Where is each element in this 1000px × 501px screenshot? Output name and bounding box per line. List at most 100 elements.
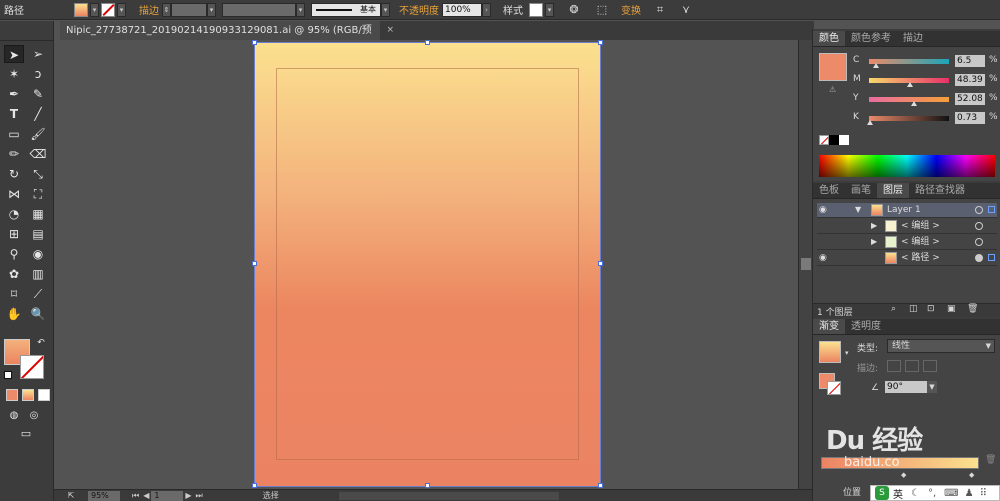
prev-page-icon[interactable]: ◀: [143, 491, 149, 500]
chevron-down-icon[interactable]: ▾: [381, 2, 390, 17]
tab-brushes[interactable]: 画笔: [845, 183, 877, 198]
paintbrush-tool-icon[interactable]: 🖌: [28, 125, 48, 143]
mesh-tool-icon[interactable]: ⊞: [4, 225, 24, 243]
transform-label[interactable]: 变换: [618, 2, 644, 17]
first-page-icon[interactable]: ⏮: [132, 491, 139, 501]
user-icon[interactable]: ♟: [965, 488, 974, 499]
resize-handle[interactable]: [598, 261, 603, 266]
chevron-right-icon[interactable]: ▶: [871, 221, 877, 230]
width-tool-icon[interactable]: ⋈: [4, 185, 24, 203]
scrollbar-thumb[interactable]: [801, 258, 811, 270]
chevron-down-icon[interactable]: ▾: [207, 2, 216, 17]
magenta-value[interactable]: 48.39: [955, 74, 985, 86]
curvature-tool-icon[interactable]: ✎: [28, 85, 48, 103]
resize-handle[interactable]: [252, 261, 257, 266]
rectangle-tool-icon[interactable]: ▭: [4, 125, 24, 143]
new-sublayer-icon[interactable]: ⊡: [927, 304, 935, 314]
tab-pathfinder[interactable]: 路径查找器: [909, 183, 971, 198]
target-icon[interactable]: [975, 206, 983, 214]
cyan-value[interactable]: 6.5: [955, 55, 985, 67]
resize-handle[interactable]: [252, 40, 257, 45]
none-mode-icon[interactable]: [38, 389, 50, 401]
selection-indicator[interactable]: [988, 254, 995, 261]
gradient-type-select[interactable]: 线性 ▼: [887, 339, 995, 353]
angle-field[interactable]: 90°: [885, 381, 927, 393]
yellow-slider-thumb[interactable]: [911, 101, 917, 106]
page-field[interactable]: 1: [151, 490, 184, 501]
punctuation-icon[interactable]: °,: [928, 488, 936, 499]
layer-row[interactable]: ▶ < 编组 >: [817, 235, 997, 250]
moon-icon[interactable]: ☾: [911, 488, 920, 499]
close-icon[interactable]: ×: [386, 21, 394, 40]
fill-color-swatch[interactable]: [819, 53, 847, 81]
chevron-down-icon[interactable]: ▼: [927, 381, 937, 393]
stroke-color-box[interactable]: [20, 355, 44, 379]
pencil-tool-icon[interactable]: ✏: [4, 145, 24, 163]
color-spectrum[interactable]: [819, 155, 995, 177]
yellow-value[interactable]: 52.08: [955, 93, 985, 105]
stroke-label[interactable]: 描边: [136, 2, 162, 17]
drawing-modes-icon[interactable]: ◍: [4, 407, 24, 425]
trash-icon[interactable]: 🗑: [967, 304, 978, 314]
keyboard-icon[interactable]: ⌨: [944, 488, 958, 499]
recolor-icon[interactable]: ❂: [566, 2, 582, 18]
free-transform-tool-icon[interactable]: ⛶: [28, 185, 48, 203]
magic-wand-tool-icon[interactable]: ✶: [4, 65, 24, 83]
next-page-icon[interactable]: ▶: [185, 491, 191, 500]
chevron-down-icon[interactable]: ▾: [117, 2, 126, 17]
stroke-none-swatch[interactable]: [101, 2, 115, 17]
tab-swatches[interactable]: 色板: [813, 183, 845, 198]
chevron-right-icon[interactable]: ▶: [871, 237, 877, 246]
chevron-right-icon[interactable]: ›: [482, 2, 491, 17]
magenta-slider-thumb[interactable]: [907, 82, 913, 87]
brush-style-field[interactable]: 基本: [311, 2, 381, 17]
type-tool-icon[interactable]: T: [4, 105, 24, 123]
stroke-stepper[interactable]: ⇕: [162, 2, 171, 17]
draw-behind-icon[interactable]: ◎: [24, 407, 44, 425]
style-swatch[interactable]: [529, 2, 543, 17]
screen-mode-icon[interactable]: ▭: [16, 425, 36, 443]
align-icon[interactable]: ⬚: [594, 2, 610, 18]
canvas-area[interactable]: [60, 40, 798, 489]
swap-fill-stroke-icon[interactable]: ↶: [34, 337, 48, 349]
target-icon[interactable]: [975, 238, 983, 246]
resize-handle[interactable]: [252, 483, 257, 488]
gradient-stroke-box[interactable]: [827, 381, 841, 395]
gradient-slider[interactable]: [821, 457, 979, 469]
tab-color-guide[interactable]: 颜色参考: [845, 31, 897, 46]
vertical-scrollbar[interactable]: [798, 40, 812, 489]
black-slider[interactable]: [869, 116, 949, 121]
gradient-stop[interactable]: ◆: [969, 471, 974, 479]
cyan-slider[interactable]: [869, 59, 949, 64]
scale-tool-icon[interactable]: ⤡: [28, 165, 48, 183]
chevron-down-icon[interactable]: ▾: [90, 2, 99, 17]
opacity-label[interactable]: 不透明度: [396, 2, 442, 17]
gradient-swatch[interactable]: [819, 341, 841, 363]
variable-width-field[interactable]: [222, 2, 296, 17]
fill-swatch[interactable]: [74, 2, 88, 17]
eraser-tool-icon[interactable]: ⌫: [28, 145, 48, 163]
opacity-field[interactable]: 100%: [442, 2, 482, 17]
layer-row[interactable]: ▶ < 编组 >: [817, 219, 997, 234]
direct-selection-tool-icon[interactable]: ➢: [28, 45, 48, 63]
line-tool-icon[interactable]: ╱: [28, 105, 48, 123]
black-slider-thumb[interactable]: [867, 120, 873, 125]
gradient-tool-icon[interactable]: ▤: [28, 225, 48, 243]
eye-icon[interactable]: ◉: [819, 253, 831, 263]
locate-object-icon[interactable]: ⌕: [891, 304, 896, 314]
resize-handle[interactable]: [425, 40, 430, 45]
eye-icon[interactable]: ◉: [819, 205, 831, 215]
zoom-field[interactable]: 95%: [88, 490, 120, 501]
last-page-icon[interactable]: ⏭: [196, 491, 203, 501]
selection-indicator[interactable]: [988, 206, 995, 213]
target-icon[interactable]: [975, 254, 983, 262]
resize-handle[interactable]: [425, 483, 430, 488]
none-color-chip[interactable]: [819, 135, 829, 145]
ime-logo[interactable]: S: [875, 486, 889, 500]
clipping-mask-icon[interactable]: ◫: [909, 304, 918, 314]
selection-tool-icon[interactable]: ➤: [4, 45, 24, 63]
hand-tool-icon[interactable]: ✋: [4, 305, 24, 323]
lasso-tool-icon[interactable]: ↄ: [28, 65, 48, 83]
rotate-tool-icon[interactable]: ↻: [4, 165, 24, 183]
gradient-mode-icon[interactable]: [22, 389, 34, 401]
